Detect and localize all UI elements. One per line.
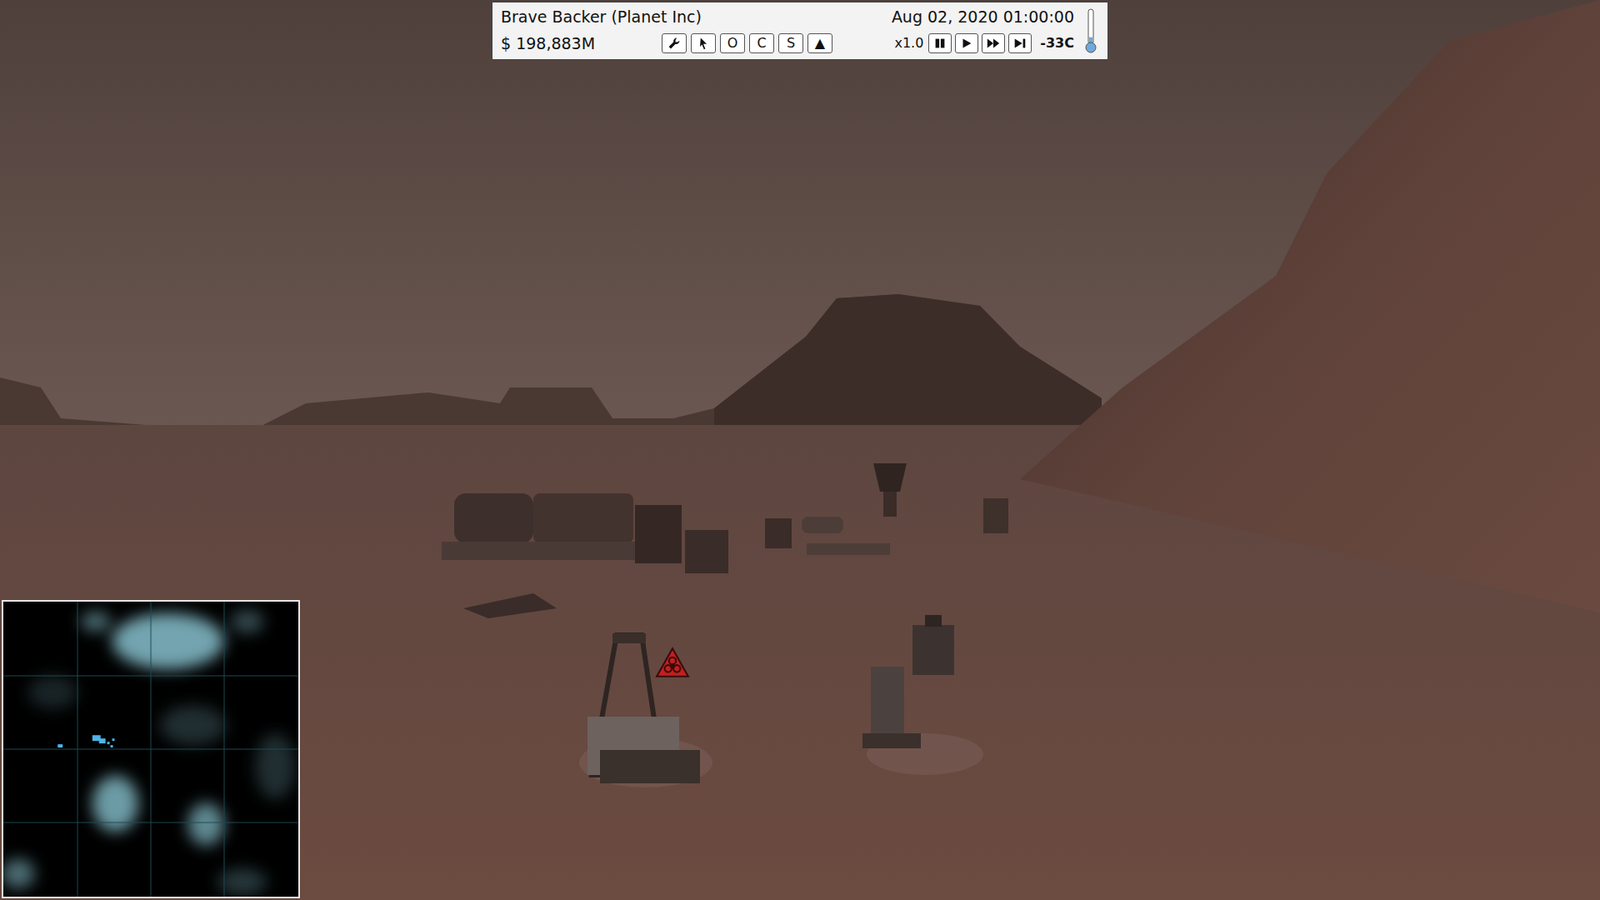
skip-icon: [1012, 36, 1028, 50]
tool-button[interactable]: ▲: [807, 33, 833, 54]
game-screen: Brave Backer (Planet Inc) Aug 02, 2020 01…: [0, 0, 1600, 900]
colony-buildings[interactable]: [441, 463, 1009, 619]
biohazard-warning-icon[interactable]: [655, 646, 690, 679]
minimap-terrain: [3, 601, 299, 897]
game-speed: x1.0: [894, 35, 924, 51]
tool-button[interactable]: S: [778, 33, 804, 54]
skip-button[interactable]: [1008, 33, 1032, 54]
alert-markers: [655, 646, 690, 679]
company-name: Brave Backer (Planet Inc): [500, 7, 833, 29]
temperature: -33C: [1040, 35, 1075, 51]
drill-rig[interactable]: [579, 633, 713, 788]
tool-button[interactable]: O: [720, 33, 745, 54]
toolbar: OCS▲: [657, 31, 833, 55]
pause-button[interactable]: [928, 33, 952, 54]
wrench-tool-button[interactable]: [661, 33, 687, 54]
thermometer: [1080, 7, 1101, 55]
play-button[interactable]: [955, 33, 979, 54]
time-controls: x1.0 -33C: [839, 31, 1075, 55]
cursor-tool-button[interactable]: [690, 33, 716, 54]
colony-markers: [57, 735, 115, 748]
game-date: Aug 02, 2020 01:00:00: [839, 7, 1075, 29]
fast-forward-button[interactable]: [981, 33, 1005, 54]
play-icon: [959, 36, 975, 50]
cursor-icon: [695, 36, 711, 50]
minimap[interactable]: [1, 600, 300, 899]
top-hud: Brave Backer (Planet Inc) Aug 02, 2020 01…: [491, 1, 1109, 60]
extractor-machine[interactable]: [862, 615, 984, 775]
pause-icon: [932, 36, 948, 50]
wrench-icon: [666, 36, 682, 50]
tool-button[interactable]: C: [749, 33, 775, 54]
thermometer-icon: [1082, 7, 1100, 55]
money: $ 198,883M: [500, 34, 651, 53]
fast-forward-icon: [985, 36, 1001, 50]
